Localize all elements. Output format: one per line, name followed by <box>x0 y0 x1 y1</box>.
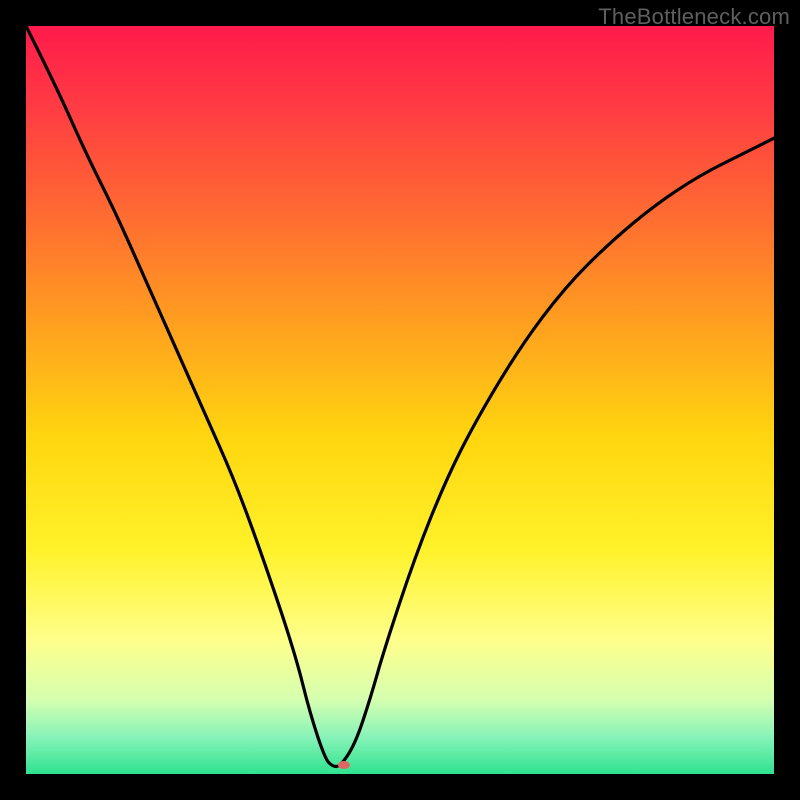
bottleneck-chart <box>26 26 774 774</box>
chart-frame <box>26 26 774 774</box>
optimal-point-marker <box>338 761 350 769</box>
watermark-text: TheBottleneck.com <box>598 4 790 30</box>
gradient-background <box>26 26 774 774</box>
